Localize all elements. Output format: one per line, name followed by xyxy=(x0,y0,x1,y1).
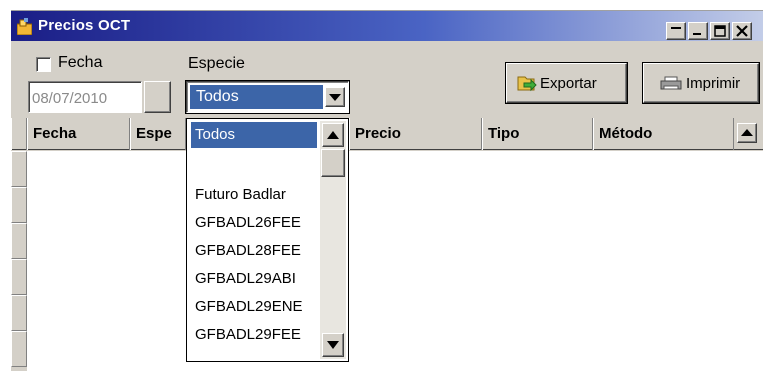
column-header-especie[interactable]: Espe xyxy=(130,118,186,150)
column-header-fecha[interactable]: Fecha xyxy=(27,118,130,150)
print-label: Imprimir xyxy=(686,75,741,92)
row-header[interactable] xyxy=(11,331,27,367)
dropdown-item[interactable]: GFBADL29FEE xyxy=(191,322,317,348)
especie-dropdown-button[interactable] xyxy=(325,87,345,107)
restore-icon xyxy=(693,33,701,35)
export-label: Exportar xyxy=(540,75,597,92)
chevron-down-icon xyxy=(327,341,339,349)
export-icon xyxy=(517,76,537,92)
chevron-up-icon xyxy=(741,129,753,136)
dropdown-item[interactable]: GFBADL28FEE xyxy=(191,238,317,264)
title-bar[interactable]: Precios OCT xyxy=(11,11,763,41)
print-button[interactable]: Imprimir xyxy=(643,63,759,103)
fecha-label: Fecha xyxy=(58,54,103,71)
grid-scroll-up-button[interactable] xyxy=(737,123,757,143)
chevron-down-icon xyxy=(329,94,341,101)
row-header[interactable] xyxy=(11,151,27,187)
column-header-precio[interactable]: Precio xyxy=(349,118,482,150)
especie-combo[interactable]: Todos xyxy=(186,81,349,113)
dropdown-scroll-down-button[interactable] xyxy=(322,333,344,357)
especie-selected-value: Todos xyxy=(190,85,323,109)
column-header-tipo[interactable]: Tipo xyxy=(482,118,593,150)
row-header[interactable] xyxy=(11,259,27,295)
minimize-icon xyxy=(671,27,681,29)
restore-button[interactable] xyxy=(688,22,708,40)
dropdown-scroll-up-button[interactable] xyxy=(322,123,344,147)
chevron-up-icon xyxy=(327,131,339,139)
dropdown-item[interactable]: GFBADL26FEE xyxy=(191,210,317,236)
dropdown-scroll-thumb[interactable] xyxy=(321,149,345,177)
maximize-button[interactable] xyxy=(710,22,730,40)
dropdown-item[interactable] xyxy=(191,148,317,174)
dropdown-scrollbar[interactable] xyxy=(320,121,346,359)
dropdown-item[interactable]: Todos xyxy=(191,122,317,148)
dropdown-item[interactable]: Futuro Badlar xyxy=(191,182,317,208)
row-header[interactable] xyxy=(11,223,27,259)
row-header[interactable] xyxy=(11,187,27,223)
grid-body[interactable] xyxy=(27,151,763,372)
export-button[interactable]: Exportar xyxy=(506,63,627,103)
date-picker-button[interactable] xyxy=(144,81,171,113)
especie-dropdown-list[interactable]: Todos Futuro Badlar GFBADL26FEE GFBADL28… xyxy=(186,118,349,362)
minimize-button[interactable] xyxy=(666,22,686,40)
especie-label: Especie xyxy=(188,55,245,72)
row-header[interactable] xyxy=(11,295,27,331)
grid-corner xyxy=(11,118,27,150)
window-title: Precios OCT xyxy=(38,17,131,34)
fecha-checkbox[interactable] xyxy=(36,57,51,72)
column-header-metodo[interactable]: Método xyxy=(593,118,734,150)
maximize-icon xyxy=(714,25,726,37)
close-button[interactable] xyxy=(732,22,752,40)
printer-icon xyxy=(660,76,682,90)
dropdown-item[interactable]: GFBADL29ENE xyxy=(191,294,317,320)
app-icon xyxy=(17,18,32,35)
close-icon xyxy=(736,25,748,37)
dropdown-item[interactable]: GFBADL29ABI xyxy=(191,266,317,292)
precios-window: Precios OCT Fecha 08/07/2010 Especie Tod… xyxy=(11,10,763,372)
date-input[interactable]: 08/07/2010 xyxy=(28,81,142,113)
grid-header: Fecha Espe Precio Tipo Método xyxy=(11,118,763,150)
